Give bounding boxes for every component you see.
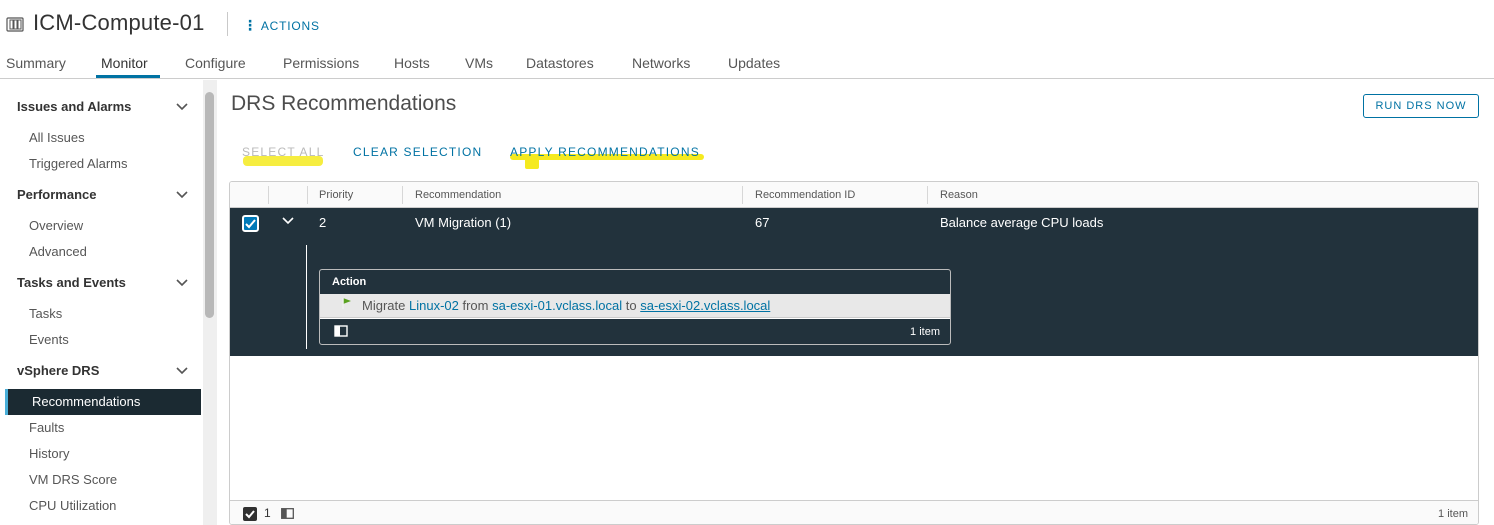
checkmark-icon — [245, 510, 255, 519]
clear-selection-button[interactable]: CLEAR SELECTION — [353, 145, 482, 159]
tab-datastores[interactable]: Datastores — [526, 55, 594, 71]
sidebar: Issues and Alarms All Issues Triggered A… — [0, 80, 203, 525]
column-header-reason[interactable]: Reason — [940, 189, 978, 201]
cell-recommendation-id: 67 — [755, 215, 770, 230]
sidebar-item-triggered-alarms[interactable]: Triggered Alarms — [29, 156, 128, 171]
active-tab-indicator — [96, 75, 160, 78]
detail-indent-line — [306, 245, 307, 349]
action-text: Migrate Linux-02 from sa-esxi-01.vclass.… — [362, 298, 770, 313]
column-header-recommendation-id[interactable]: Recommendation ID — [755, 189, 855, 201]
column-header-recommendation[interactable]: Recommendation — [415, 189, 501, 201]
column-divider — [307, 186, 308, 204]
sidebar-item-overview[interactable]: Overview — [29, 218, 83, 233]
from-text: from — [462, 298, 489, 313]
sidebar-item-tasks[interactable]: Tasks — [29, 306, 62, 321]
checkmark-icon — [245, 219, 256, 229]
cell-recommendation: VM Migration (1) — [415, 215, 512, 230]
detail-item-count: 1 item — [910, 326, 940, 338]
tab-networks[interactable]: Networks — [632, 55, 690, 71]
column-header-action: Action — [332, 276, 367, 288]
column-divider — [268, 186, 269, 204]
sidebar-item-label: Recommendations — [32, 394, 141, 409]
sidebar-group-performance[interactable]: Performance — [17, 187, 96, 202]
sidebar-group-vsphere-drs[interactable]: vSphere DRS — [17, 363, 99, 378]
actions-menu-button[interactable]: ⋮ ACTIONS — [243, 17, 320, 34]
apply-recommendations-button[interactable]: APPLY RECOMMENDATIONS — [510, 145, 700, 159]
tab-permissions[interactable]: Permissions — [283, 55, 359, 71]
cell-reason: Balance average CPU loads — [940, 215, 1104, 230]
row-checkbox[interactable] — [242, 215, 259, 232]
to-text: to — [625, 298, 637, 313]
tab-hosts[interactable]: Hosts — [394, 55, 430, 71]
chevron-down-icon[interactable] — [176, 191, 188, 199]
chevron-down-icon[interactable] — [176, 279, 188, 287]
actions-label: ACTIONS — [260, 19, 320, 33]
chevron-down-icon[interactable] — [176, 103, 188, 111]
selected-count-checkbox — [243, 507, 257, 521]
sidebar-item-all-issues[interactable]: All Issues — [29, 130, 85, 145]
chevron-down-icon[interactable] — [176, 367, 188, 375]
tab-configure[interactable]: Configure — [185, 55, 246, 71]
grid-header: Priority Recommendation Recommendation I… — [230, 182, 1478, 208]
sidebar-scrollbar-thumb[interactable] — [205, 92, 214, 318]
tab-vms[interactable]: VMs — [465, 55, 493, 71]
list-item[interactable]: Migrate Linux-02 from sa-esxi-01.vclass.… — [320, 294, 950, 318]
sidebar-item-events[interactable]: Events — [29, 332, 69, 347]
recommendations-grid: Priority Recommendation Recommendation I… — [229, 181, 1479, 525]
object-title: ICM-Compute-01 — [33, 10, 205, 35]
header-divider — [227, 12, 228, 36]
sidebar-item-history[interactable]: History — [29, 446, 69, 461]
column-header-priority[interactable]: Priority — [319, 189, 353, 201]
action-detail-grid: Action Migrate Linux-02 from sa-esxi-01.… — [319, 269, 951, 345]
table-row[interactable]: 2 VM Migration (1) 67 Balance average CP… — [230, 208, 1478, 356]
source-host-link[interactable]: sa-esxi-01.vclass.local — [492, 298, 622, 313]
tab-updates[interactable]: Updates — [728, 55, 780, 71]
column-toggle-icon[interactable] — [281, 508, 294, 519]
sidebar-item-advanced[interactable]: Advanced — [29, 244, 87, 259]
column-divider[interactable] — [742, 186, 743, 204]
grid-item-count: 1 item — [1438, 508, 1468, 520]
run-drs-now-button[interactable]: RUN DRS NOW — [1363, 94, 1479, 118]
sidebar-item-faults[interactable]: Faults — [29, 420, 64, 435]
vertical-ellipsis-icon: ⋮ — [243, 17, 258, 33]
cell-priority: 2 — [319, 215, 327, 230]
sidebar-group-issues-and-alarms[interactable]: Issues and Alarms — [17, 99, 131, 114]
tab-bar: Summary Monitor Configure Permissions Ho… — [0, 48, 1494, 79]
column-divider[interactable] — [402, 186, 403, 204]
action-verb: Migrate — [362, 298, 406, 313]
highlight-mark — [525, 158, 539, 169]
sidebar-item-vm-drs-score[interactable]: VM DRS Score — [29, 472, 117, 487]
vm-migrate-icon — [342, 298, 351, 309]
grid-footer: 1 1 item — [230, 500, 1478, 524]
selected-count: 1 — [264, 506, 271, 520]
object-header: ICM-Compute-01 ⋮ ACTIONS — [0, 0, 1494, 48]
target-host-link[interactable]: sa-esxi-02.vclass.local — [640, 298, 770, 313]
sidebar-group-tasks-and-events[interactable]: Tasks and Events — [17, 275, 126, 290]
tab-monitor[interactable]: Monitor — [101, 55, 148, 71]
tab-summary[interactable]: Summary — [6, 55, 66, 71]
chevron-down-icon[interactable] — [282, 217, 294, 225]
sidebar-item-cpu-utilization[interactable]: CPU Utilization — [29, 498, 116, 513]
detail-header: Action — [320, 270, 950, 294]
cluster-icon — [6, 17, 24, 32]
sidebar-item-recommendations[interactable]: Recommendations — [5, 389, 201, 415]
detail-footer: 1 item — [320, 319, 950, 344]
select-all-button[interactable]: SELECT ALL — [242, 145, 325, 159]
vm-link[interactable]: Linux-02 — [409, 298, 459, 313]
column-divider[interactable] — [927, 186, 928, 204]
column-toggle-icon[interactable] — [334, 325, 348, 337]
page-title: DRS Recommendations — [231, 92, 457, 115]
